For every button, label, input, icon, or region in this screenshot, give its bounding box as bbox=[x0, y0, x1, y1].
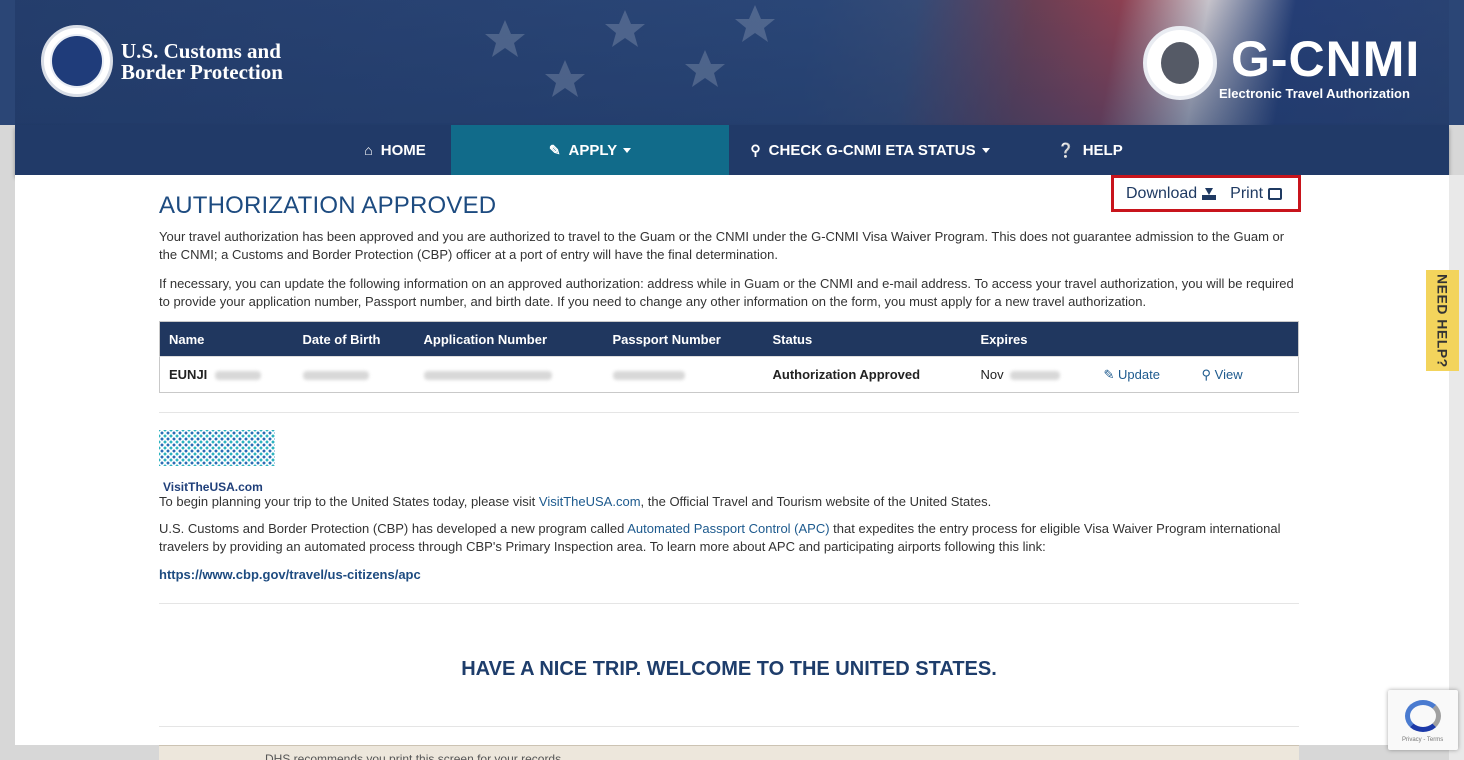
col-dob: Date of Birth bbox=[293, 321, 415, 357]
visit-paragraph: To begin planning your trip to the Unite… bbox=[159, 493, 1299, 511]
welcome-heading: HAVE A NICE TRIP. WELCOME TO THE UNITED … bbox=[461, 658, 997, 680]
redacted-passport bbox=[612, 371, 685, 381]
col-update bbox=[1094, 321, 1193, 357]
need-help-tab[interactable]: NEED HELP? bbox=[1426, 270, 1459, 371]
gcnmi-logo[interactable]: G-CNMI Electronic Travel Authorization bbox=[1127, 22, 1437, 104]
update-info-paragraph: If necessary, you can update the followi… bbox=[159, 276, 1294, 309]
redacted-surname bbox=[214, 371, 261, 381]
cell-passport bbox=[603, 356, 764, 393]
apc-link[interactable]: Automated Passport Control (APC) bbox=[627, 521, 829, 536]
col-expires: Expires bbox=[971, 321, 1095, 357]
cell-name: EUNJI bbox=[159, 356, 294, 393]
recaptcha-icon bbox=[1405, 700, 1441, 732]
table-row: EUNJI Authorization Approved Nov ✎ Updat… bbox=[159, 356, 1299, 393]
approval-paragraph: Your travel authorization has been appro… bbox=[159, 229, 1285, 262]
update-link[interactable]: ✎ Update bbox=[1104, 367, 1160, 382]
download-label: Download bbox=[1126, 184, 1198, 202]
flag-stars-decoration bbox=[485, 5, 775, 97]
cell-status: Authorization Approved bbox=[763, 356, 972, 393]
apc-paragraph: U.S. Customs and Border Protection (CBP)… bbox=[159, 520, 1299, 556]
nav-apply-label: APPLY bbox=[568, 141, 618, 159]
update-label: Update bbox=[1118, 366, 1160, 382]
brand-line-2: Border Protection bbox=[121, 60, 283, 84]
cell-app-number bbox=[414, 356, 604, 393]
visit-logo-text: VisitTheUSA.com bbox=[163, 480, 263, 494]
cell-update: ✎ Update bbox=[1094, 356, 1193, 393]
nav-help[interactable]: ❔ HELP bbox=[1035, 125, 1145, 175]
home-icon: ⌂ bbox=[364, 142, 373, 158]
apc-url-link[interactable]: https://www.cbp.gov/travel/us-citizens/a… bbox=[159, 567, 421, 582]
gcnmi-title: G-CNMI bbox=[1231, 31, 1421, 87]
visit-text-before: To begin planning your trip to the Unite… bbox=[159, 494, 539, 509]
nav-home[interactable]: ⌂ HOME bbox=[335, 125, 455, 175]
cell-dob bbox=[293, 356, 415, 393]
visittheusa-link[interactable]: VisitTheUSA.com bbox=[539, 494, 641, 509]
nav-check-status-label: CHECK G-CNMI ETA STATUS bbox=[768, 141, 976, 159]
download-print-actions: Download Print bbox=[1111, 175, 1301, 212]
divider bbox=[159, 603, 1299, 604]
page-title: AUTHORIZATION APPROVED bbox=[159, 192, 497, 219]
col-passport: Passport Number bbox=[603, 321, 764, 357]
nav-apply[interactable]: ✎ APPLY bbox=[451, 125, 729, 175]
download-button[interactable]: Download bbox=[1126, 184, 1217, 203]
visittheusa-logo[interactable]: VisitTheUSA.com bbox=[159, 430, 275, 494]
question-circle-icon: ❔ bbox=[1057, 141, 1075, 158]
visit-text-after: , the Official Travel and Tourism websit… bbox=[640, 494, 992, 509]
download-icon bbox=[1202, 187, 1217, 200]
cell-view: ⚲ View bbox=[1192, 356, 1299, 393]
divider bbox=[159, 726, 1299, 727]
print-button[interactable]: Print bbox=[1230, 184, 1283, 203]
recaptcha-terms[interactable]: Privacy - Terms bbox=[1402, 737, 1443, 743]
col-app-number: Application Number bbox=[414, 321, 604, 357]
view-link[interactable]: ⚲ View bbox=[1202, 367, 1243, 382]
redacted-expiry bbox=[1010, 371, 1061, 381]
main-nav: ⌂ HOME ✎ APPLY ⚲ CHECK G-CNMI ETA STATUS… bbox=[15, 125, 1449, 175]
applications-table: Name Date of Birth Application Number Pa… bbox=[159, 321, 1299, 393]
col-view bbox=[1192, 321, 1299, 357]
usa-dots-graphic bbox=[159, 430, 275, 466]
need-help-label: NEED HELP? bbox=[1434, 273, 1451, 368]
nav-home-label: HOME bbox=[380, 141, 426, 159]
redacted-dob bbox=[302, 371, 369, 381]
pencil-icon: ✎ bbox=[1103, 366, 1115, 382]
print-label: Print bbox=[1230, 184, 1264, 202]
apc-text-before: U.S. Customs and Border Protection (CBP)… bbox=[159, 521, 628, 536]
recaptcha-badge[interactable]: Privacy - Terms bbox=[1388, 690, 1458, 750]
nav-help-label: HELP bbox=[1082, 141, 1123, 159]
col-name: Name bbox=[159, 321, 294, 357]
chevron-down-icon bbox=[623, 147, 632, 153]
applicant-name: EUNJI bbox=[169, 367, 208, 382]
redacted-app-number bbox=[423, 371, 552, 381]
nav-check-status[interactable]: ⚲ CHECK G-CNMI ETA STATUS bbox=[745, 125, 995, 175]
cbp-brand[interactable]: U.S. Customs and Border Protection bbox=[121, 41, 283, 83]
expires-month: Nov bbox=[980, 367, 1004, 382]
gcnmi-subtitle: Electronic Travel Authorization bbox=[1219, 86, 1410, 101]
chevron-down-icon bbox=[981, 147, 990, 153]
gcnmi-emblem-icon bbox=[1143, 26, 1217, 100]
dhs-seal-logo bbox=[41, 25, 113, 97]
print-notice-text: DHS recommends you print this screen for… bbox=[265, 752, 565, 760]
cell-expires: Nov bbox=[971, 356, 1095, 393]
search-icon: ⚲ bbox=[1201, 366, 1212, 382]
brand-line-1: U.S. Customs and bbox=[121, 39, 281, 63]
view-label: View bbox=[1214, 366, 1243, 382]
pencil-icon: ✎ bbox=[548, 141, 561, 158]
col-status: Status bbox=[763, 321, 972, 357]
site-header: U.S. Customs and Border Protection G-CNM… bbox=[15, 0, 1449, 125]
search-icon: ⚲ bbox=[750, 141, 761, 158]
divider bbox=[159, 412, 1299, 413]
print-icon bbox=[1268, 187, 1283, 200]
